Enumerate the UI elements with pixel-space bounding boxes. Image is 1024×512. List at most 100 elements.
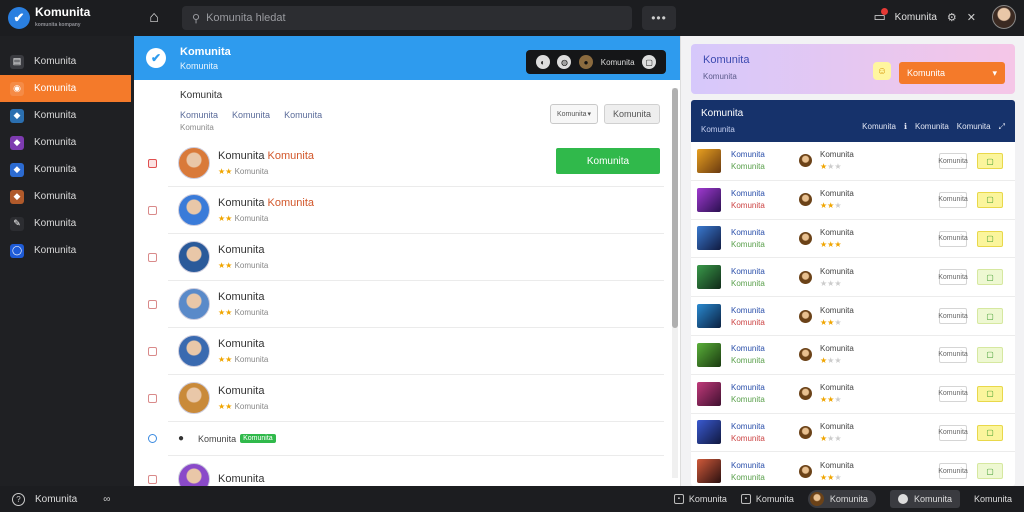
toggle-icon: ▢ [986,234,994,244]
sidebar-item[interactable]: ◆ Komunita [0,183,134,210]
bottom-item-label: Komunita [688,494,727,504]
friend-name[interactable]: Komunita [731,228,793,237]
friend-name[interactable]: Komunita [731,150,793,159]
sidebar-item-label: Komunita [34,164,77,175]
friend-name[interactable]: Komunita [731,461,793,470]
friends-tool[interactable]: Komunita [915,122,949,132]
member-name[interactable]: Komunita [218,150,264,162]
app-logo[interactable]: ✔ Komunita komunita kompany [0,6,134,31]
row-checkbox[interactable] [148,252,157,262]
star-icon: ★★★ [820,317,842,327]
friend-name[interactable]: Komunita [731,189,793,198]
expand-icon[interactable]: ⤢ [999,122,1005,132]
friends-tool[interactable]: Komunita [957,122,991,132]
friends-tool[interactable]: Komunita [862,122,896,132]
friend-row[interactable]: Komunita Komunita Komunita ★★★ Komunita ▢ [691,336,1015,375]
scrollbar[interactable] [672,88,678,478]
search-bar[interactable]: ⚲ [182,6,632,30]
list-item[interactable]: ● Komunita Komunita [148,422,664,456]
notice-button[interactable]: Komunita ▾ [899,62,1005,84]
friend-name[interactable]: Komunita [731,422,793,431]
close-icon[interactable]: ✕ [967,11,976,24]
list-item[interactable]: Komunita ★★ Komunita [148,375,664,422]
member-name[interactable]: Komunita [218,338,264,350]
friend-name[interactable]: Komunita [731,344,793,353]
top-user-label[interactable]: Komunita [895,12,937,23]
friend-action-button[interactable]: ▢ [977,385,1003,402]
gear-icon[interactable]: ⚙ [947,11,957,24]
bottom-item[interactable]: ▪ Komunita [673,494,727,504]
list-item[interactable]: Komunita ★★ Komunita [148,234,664,281]
filter-tab[interactable]: Komunita [284,110,322,120]
friend-row[interactable]: Komunita Komunita Komunita ★★★ Komunita ▢ [691,220,1015,259]
bottom-item[interactable]: ▪ Komunita [740,494,794,504]
home-icon[interactable]: ⌂ [142,6,166,30]
sidebar-item[interactable]: ✎ Komunita [0,210,134,237]
member-name[interactable]: Komunita [218,244,264,256]
friend-row[interactable]: Komunita Komunita Komunita ★★★ Komunita ▢ [691,181,1015,220]
sidebar-item[interactable]: ◆ Komunita [0,129,134,156]
search-input[interactable] [206,12,607,24]
sidebar-item[interactable]: ▤ Komunita [0,48,134,75]
user-avatar[interactable] [992,5,1016,29]
member-name[interactable]: Komunita [218,197,264,209]
friend-row[interactable]: Komunita Komunita Komunita ★★★ Komunita ▢ [691,414,1015,453]
row-checkbox[interactable] [148,299,157,309]
more-button[interactable]: ••• [642,6,676,30]
friend-name[interactable]: Komunita [731,383,793,392]
friend-action-button[interactable]: ▢ [977,346,1003,363]
friend-action-button[interactable]: ▢ [977,463,1003,480]
sidebar-item[interactable]: ◉ Komunita [0,75,131,102]
sidebar-item[interactable]: ◯ Komunita [0,237,134,264]
sidebar-item[interactable]: ◆ Komunita [0,102,134,129]
list-item[interactable]: Komunita Komunita ★★ Komunita [148,187,664,234]
link-icon[interactable]: ∞ [103,494,110,505]
info-icon[interactable]: ℹ [904,122,907,132]
member-name[interactable]: Komunita [218,385,264,397]
online-button[interactable]: Komunita [556,148,660,174]
member-name[interactable]: Komunita [218,291,264,303]
filter-tab[interactable]: Komunita [232,110,270,120]
bottom-item[interactable]: Komunita [974,494,1012,504]
friend-action-button[interactable]: ▢ [977,230,1003,247]
sidebar-item[interactable]: ◆ Komunita [0,156,134,183]
friend-name[interactable]: Komunita [731,267,793,276]
game-thumbnail [697,342,721,367]
row-checkbox[interactable] [148,205,157,215]
row-checkbox[interactable] [148,393,157,403]
list-item[interactable]: Komunita ★★ Komunita [148,281,664,328]
friend-row[interactable]: Komunita Komunita Komunita ★★★ Komunita ▢ [691,142,1015,181]
friend-name[interactable]: Komunita [731,306,793,315]
list-item[interactable]: Komunita ★★ Komunita [148,328,664,375]
bottom-status-pill[interactable]: Komunita [889,490,960,508]
friend-row[interactable]: Komunita Komunita Komunita ★★★ Komunita ▢ [691,297,1015,336]
friend-action-button[interactable]: ▢ [977,424,1003,441]
globe-icon[interactable]: ◍ [557,55,572,69]
friend-action-button[interactable]: ▢ [977,269,1003,286]
help-icon[interactable]: ? [12,492,25,506]
friend-action-button[interactable]: ▢ [977,308,1003,325]
row-checkbox[interactable] [148,474,157,484]
bell-icon[interactable]: ▭ [871,8,889,26]
headset-icon[interactable]: ◐ [535,55,550,69]
row-checkbox[interactable] [148,434,157,443]
friend-action-button[interactable]: ▢ [977,191,1003,208]
member-name[interactable]: Komunita [218,473,264,485]
sort-select[interactable]: Komunita ▾ [550,104,598,124]
filter-tab[interactable]: Komunita [180,110,218,120]
avatar-icon[interactable]: ● [579,55,594,69]
friend-action-button[interactable]: ▢ [977,153,1003,169]
sort-button[interactable]: Komunita [604,104,660,124]
row-checkbox[interactable] [148,158,157,168]
member-highlight: Komunita [267,197,315,209]
list-item[interactable]: Komunita Komunita ★★ Komunita Komunita [148,140,664,187]
bottom-user-pill[interactable]: Komunita [807,490,876,508]
window-icon[interactable]: ▢ [642,55,657,69]
friend-count: Komunita [938,463,968,480]
friend-row[interactable]: Komunita Komunita Komunita ★★★ Komunita ▢ [691,258,1015,298]
row-checkbox[interactable] [148,346,157,356]
friend-row[interactable]: Komunita Komunita Komunita ★★★ Komunita ▢ [691,375,1015,414]
member-name[interactable]: Komunita [198,434,236,444]
toolbar-text[interactable]: Komunita [601,58,635,67]
scrollbar-thumb[interactable] [672,88,678,328]
